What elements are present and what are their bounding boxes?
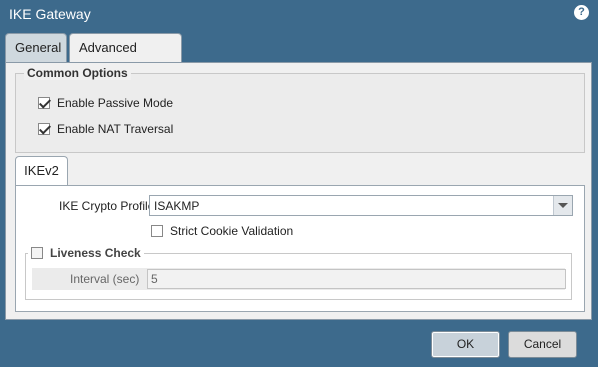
enable-nat-traversal-row[interactable]: Enable NAT Traversal [38, 122, 173, 136]
enable-passive-mode-checkbox[interactable] [38, 97, 50, 109]
ike-crypto-profile-select[interactable]: ISAKMP [149, 195, 573, 216]
common-options-fieldset: Common Options Enable Passive Mode Enabl… [15, 66, 585, 153]
strict-cookie-validation-checkbox[interactable] [151, 225, 163, 237]
advanced-options-panel: Common Options Enable Passive Mode Enabl… [5, 62, 592, 320]
ike-crypto-profile-value: ISAKMP [154, 199, 200, 213]
liveness-check-fieldset: Liveness Check Interval (sec) [25, 246, 572, 300]
enable-nat-traversal-checkbox[interactable] [38, 123, 50, 135]
tab-general[interactable]: General [5, 33, 67, 63]
liveness-check-checkbox[interactable] [31, 247, 43, 259]
enable-passive-mode-label: Enable Passive Mode [57, 96, 174, 110]
dialog-title: IKE Gateway [9, 6, 91, 22]
help-icon[interactable]: ? [574, 5, 589, 20]
interval-input[interactable] [147, 269, 566, 289]
enable-nat-traversal-label: Enable NAT Traversal [57, 122, 174, 136]
interval-row: Interval (sec) [32, 268, 566, 290]
enable-passive-mode-row[interactable]: Enable Passive Mode [38, 96, 173, 110]
ike-crypto-profile-label: IKE Crypto Profile [59, 199, 155, 213]
tab-ikev2[interactable]: IKEv2 [15, 156, 68, 186]
ikev2-panel: IKE Crypto Profile ISAKMP Strict Cookie … [15, 185, 585, 312]
strict-cookie-validation-label: Strict Cookie Validation [170, 224, 294, 238]
dialog-titlebar: IKE Gateway ? [0, 0, 598, 30]
cancel-button[interactable]: Cancel [508, 331, 577, 358]
interval-label: Interval (sec) [70, 272, 140, 286]
tab-advanced-options[interactable]: Advanced Options [69, 33, 182, 83]
liveness-check-legend[interactable]: Liveness Check [28, 246, 144, 260]
chevron-down-icon[interactable] [553, 196, 572, 215]
liveness-check-label: Liveness Check [50, 246, 141, 260]
common-options-legend: Common Options [24, 66, 131, 80]
ok-button[interactable]: OK [431, 331, 500, 358]
strict-cookie-validation-row[interactable]: Strict Cookie Validation [151, 224, 293, 238]
